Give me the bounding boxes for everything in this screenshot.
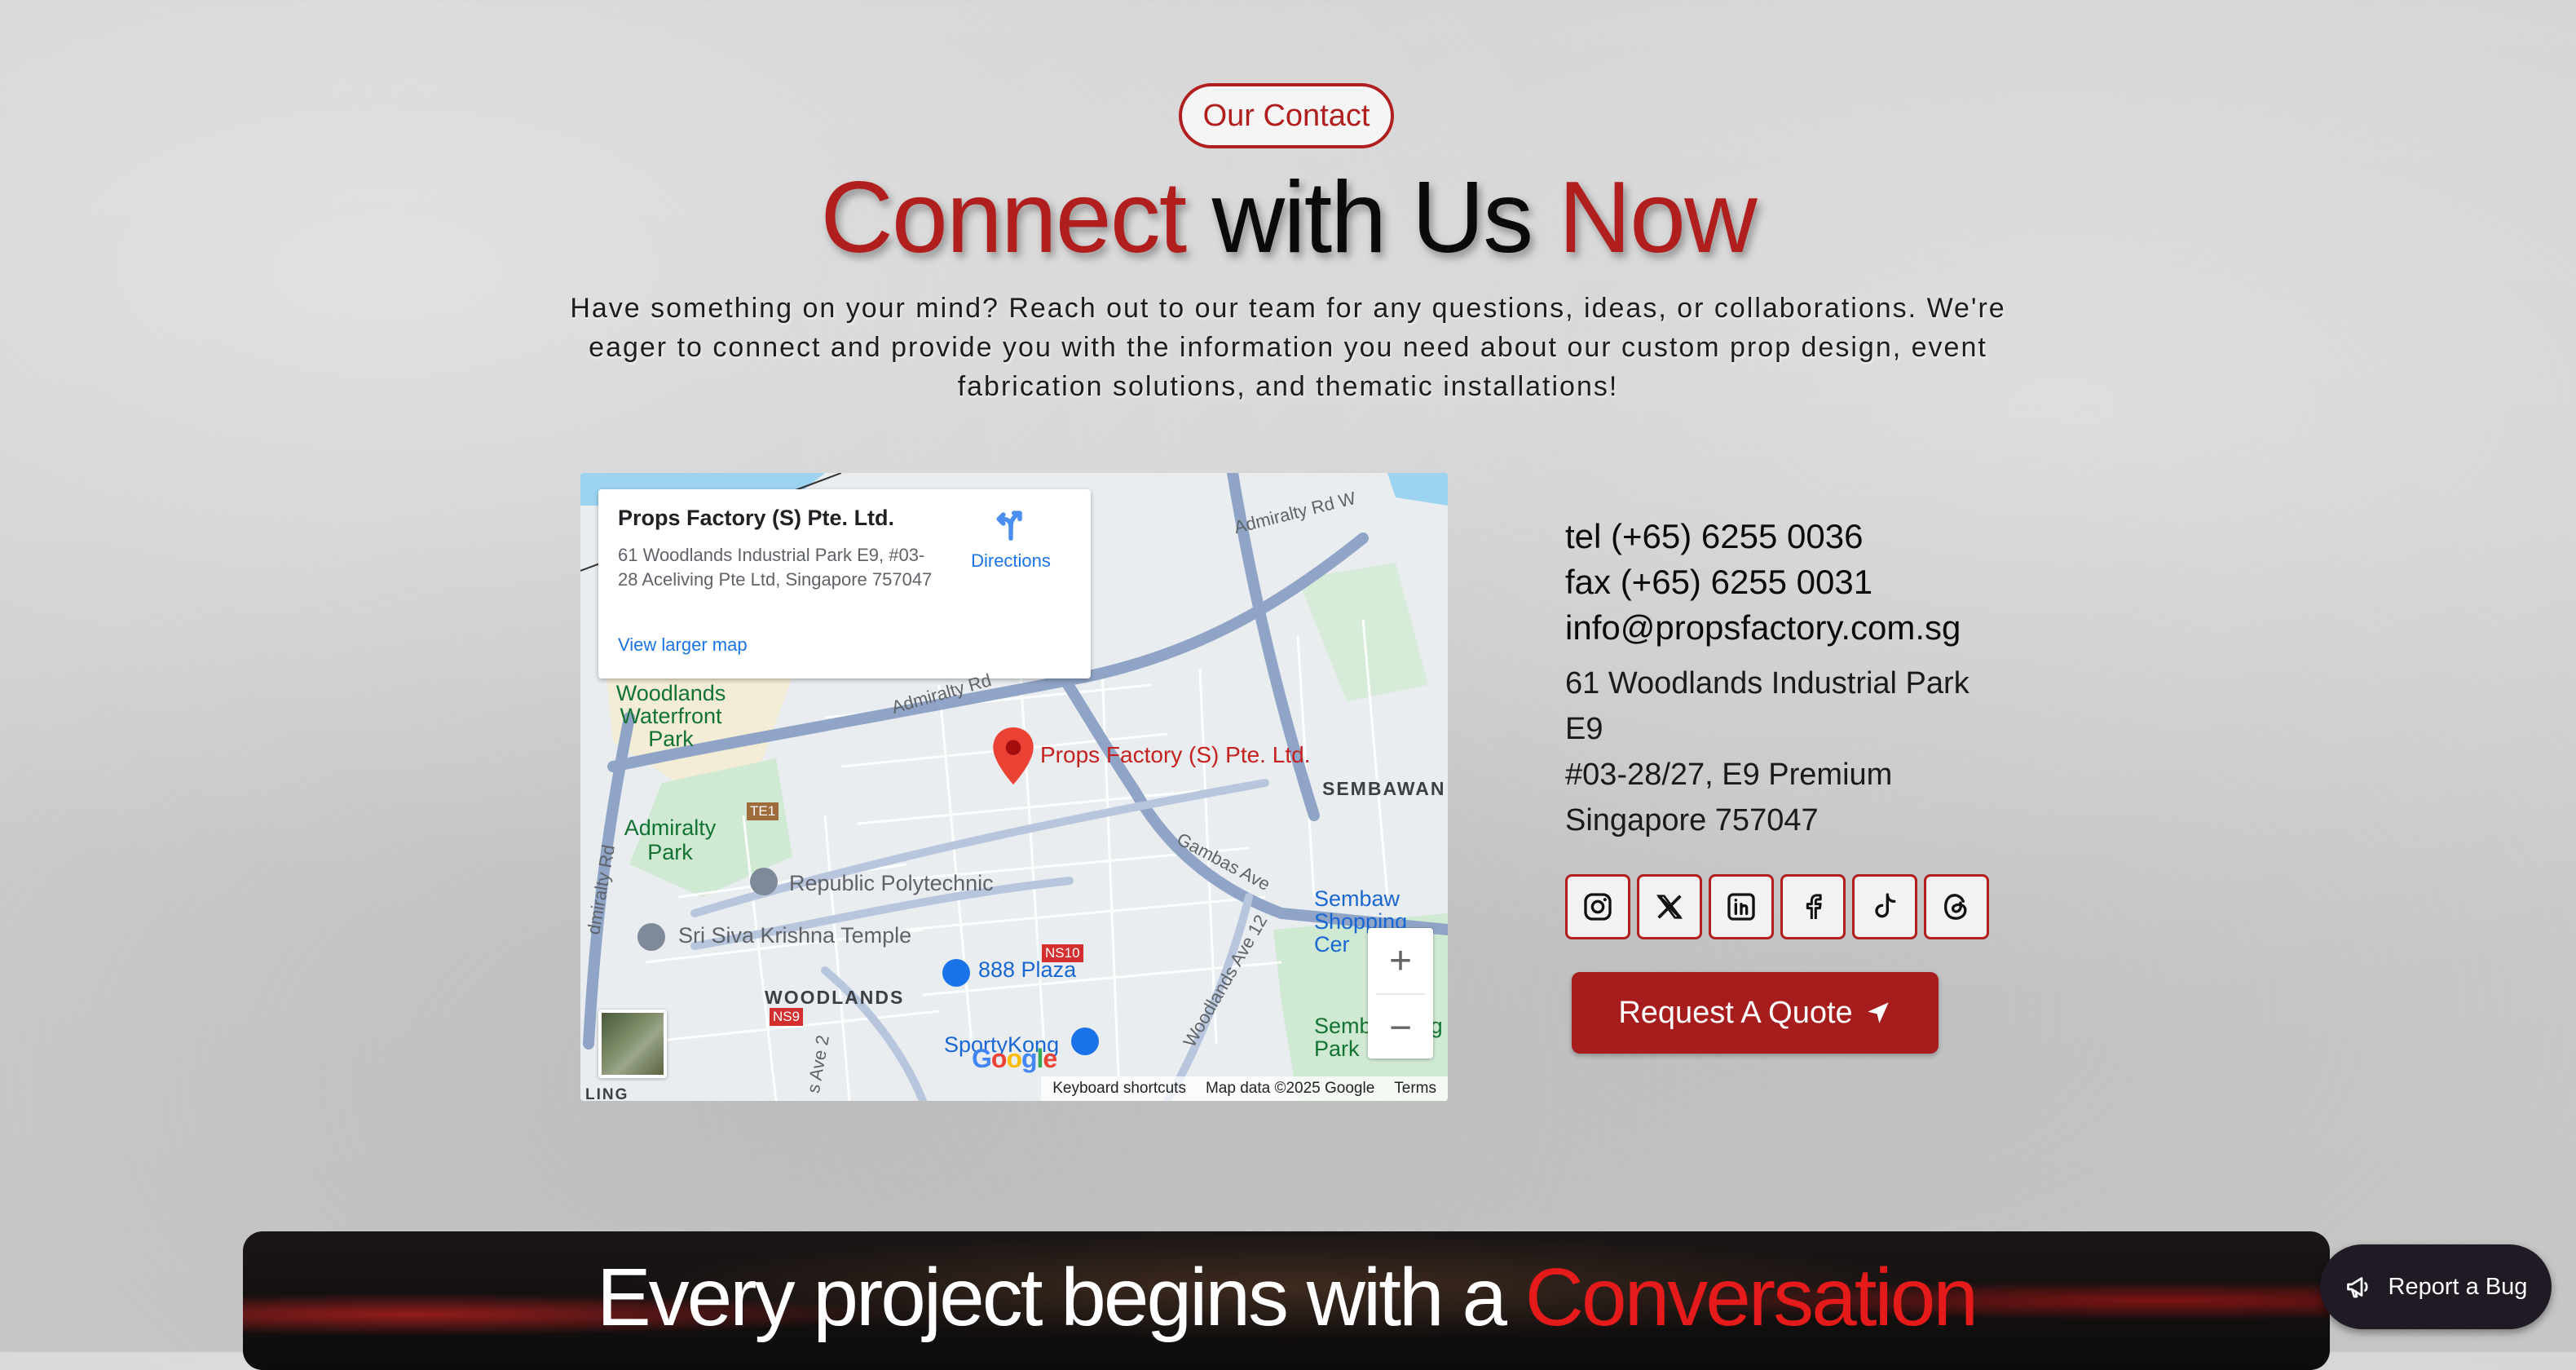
location-pin-icon[interactable] bbox=[993, 727, 1034, 784]
mrt-badge-ns10: NS10 bbox=[1042, 944, 1083, 962]
zoom-in-button[interactable]: + bbox=[1368, 928, 1433, 993]
phone-link[interactable]: tel (+65) 6255 0036 bbox=[1565, 514, 1989, 559]
place-name: Props Factory (S) Pte. Ltd. bbox=[618, 506, 895, 530]
report-bug-button[interactable]: Report a Bug bbox=[2320, 1244, 2552, 1329]
linkedin-icon bbox=[1727, 893, 1755, 921]
title-word-with-us: with Us bbox=[1211, 161, 1534, 274]
map-label-woodlands: WOODLANDS bbox=[765, 987, 905, 1008]
map-data-text: Map data ©2025 Google bbox=[1205, 1080, 1375, 1097]
threads-button[interactable] bbox=[1924, 874, 1989, 939]
request-quote-label: Request A Quote bbox=[1618, 995, 1853, 1030]
section-pill: Our Contact bbox=[1179, 83, 1394, 148]
address-line: #03-28/27, E9 Premium bbox=[1565, 758, 1893, 792]
map-label-sembawang: SEMBAWAN bbox=[1322, 778, 1446, 799]
linkedin-button[interactable] bbox=[1709, 874, 1774, 939]
keyboard-shortcuts-link[interactable]: Keyboard shortcuts bbox=[1052, 1080, 1186, 1098]
map-attribution: Keyboard shortcuts Map data ©2025 Google… bbox=[1041, 1076, 1448, 1101]
school-poi-icon bbox=[750, 868, 778, 895]
title-word-now: Now bbox=[1558, 161, 1758, 274]
x-icon bbox=[1656, 895, 1683, 919]
map-label-republic-polytechnic: Republic Polytechnic bbox=[789, 871, 994, 895]
place-info-card: Props Factory (S) Pte. Ltd. 61 Woodlands… bbox=[598, 489, 1091, 678]
title-word-connect: Connect bbox=[820, 161, 1187, 274]
banner-heading: Every project begins with a Conversation bbox=[243, 1251, 2330, 1345]
place-address: 61 Woodlands Industrial Park E9, #03-28 … bbox=[618, 545, 933, 590]
tiktok-icon bbox=[1875, 893, 1896, 918]
zoom-controls: + − bbox=[1368, 928, 1433, 1058]
report-bug-label: Report a Bug bbox=[2388, 1273, 2528, 1300]
terms-link[interactable]: Terms bbox=[1394, 1080, 1436, 1098]
request-quote-button[interactable]: Request A Quote bbox=[1572, 972, 1939, 1054]
facebook-icon bbox=[1806, 894, 1822, 919]
banner-heading-part2: Conversation bbox=[1524, 1252, 1978, 1343]
fax-text: fax (+65) 6255 0031 bbox=[1565, 563, 1873, 601]
map-label-admiralty-park: Admiralty Park bbox=[624, 815, 717, 864]
instagram-button[interactable] bbox=[1565, 874, 1630, 939]
page-title: Connect with Us Now bbox=[0, 160, 2576, 276]
instagram-icon bbox=[1584, 893, 1612, 921]
zoom-out-button[interactable]: − bbox=[1368, 995, 1433, 1060]
conversation-banner: Every project begins with a Conversation bbox=[243, 1231, 2330, 1370]
tiktok-button[interactable] bbox=[1852, 874, 1917, 939]
mrt-badge-te1: TE1 bbox=[747, 802, 779, 820]
view-larger-map-link[interactable]: View larger map bbox=[618, 634, 748, 656]
map-label-ling: LING bbox=[585, 1086, 629, 1101]
shopping-poi-icon bbox=[942, 959, 970, 987]
address-block: 61 Woodlands Industrial Park E9 #03-28/2… bbox=[1565, 661, 1989, 843]
directions-icon bbox=[996, 510, 1022, 541]
satellite-layer-toggle[interactable] bbox=[598, 1010, 667, 1078]
temple-poi-icon bbox=[637, 923, 665, 951]
pin-label: Props Factory (S) Pte. Ltd. bbox=[1040, 742, 1311, 767]
directions-label: Directions bbox=[971, 550, 1051, 571]
embedded-map[interactable]: Props Factory (S) Pte. Ltd. 61 Woodlands… bbox=[580, 473, 1448, 1101]
email-link[interactable]: info@propsfactory.com.sg bbox=[1565, 605, 1989, 651]
megaphone-icon bbox=[2346, 1277, 2368, 1298]
threads-icon bbox=[1943, 894, 1967, 920]
map-label-woodlands-waterfront: Woodlands Waterfront Park bbox=[615, 681, 726, 751]
address-line: Singapore 757047 bbox=[1565, 803, 1819, 837]
address-line: E9 bbox=[1565, 712, 1603, 746]
mrt-badge-ns9: NS9 bbox=[770, 1008, 804, 1026]
facebook-button[interactable] bbox=[1780, 874, 1846, 939]
shopping-poi-icon bbox=[1071, 1028, 1099, 1055]
contact-details: tel (+65) 6255 0036 fax (+65) 6255 0031 … bbox=[1565, 514, 1989, 843]
address-line: 61 Woodlands Industrial Park bbox=[1565, 666, 1969, 700]
intro-paragraph: Have something on your mind? Reach out t… bbox=[570, 293, 2006, 402]
banner-heading-part1: Every project begins with a bbox=[596, 1252, 1507, 1343]
directions-button[interactable]: Directions bbox=[954, 506, 1068, 572]
send-arrow-icon bbox=[1867, 1002, 1889, 1023]
x-button[interactable] bbox=[1637, 874, 1702, 939]
social-links bbox=[1565, 874, 1989, 939]
google-logo: Google bbox=[972, 1044, 1057, 1073]
map-label-temple: Sri Siva Krishna Temple bbox=[678, 923, 912, 948]
